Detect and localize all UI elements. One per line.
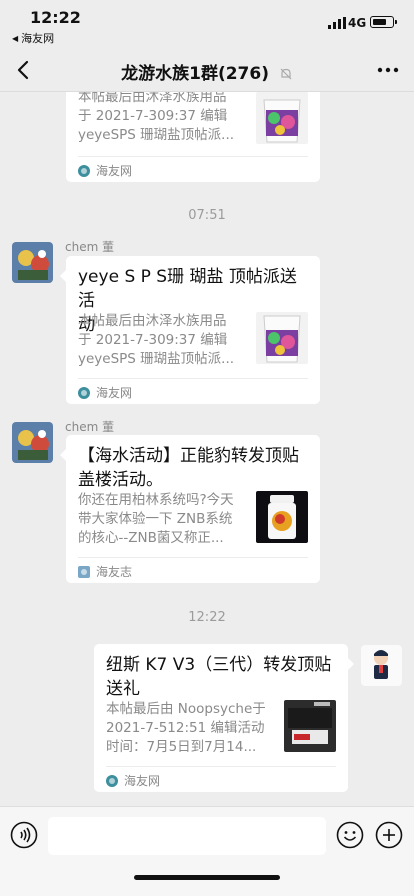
card-title: 纽斯 K7 V3（三代）转发顶贴 送礼 (106, 655, 332, 699)
source-logo-icon (106, 774, 118, 787)
network-type: 4G (348, 16, 367, 30)
more-dots-icon[interactable] (376, 58, 400, 82)
source-logo-icon (78, 386, 90, 399)
device-thumbnail (284, 700, 336, 752)
card-title: 【海水活动】正能豹转发顶贴 盖楼活动。 (78, 446, 299, 490)
sender-name: chem 董 (65, 240, 115, 254)
signal-icon (328, 17, 346, 29)
chat-nav-bar: 龙游水族1群(276) (0, 48, 414, 92)
card-description: 本帖最后由沐泽水族用品 于 2021-7-309:37 编辑 yeyeSPS 珊… (78, 313, 235, 367)
back-triangle-icon: ◀ (12, 33, 19, 43)
battery-icon (370, 16, 397, 28)
link-card-message[interactable]: 本帖最后由沐泽水族用品 于 2021-7-309:37 编辑 yeyeSPS 珊… (66, 92, 320, 182)
chat-title-text: 龙游水族1群(276) (121, 64, 269, 84)
mute-bell-icon (280, 68, 292, 80)
card-source: 海友网 (106, 772, 160, 789)
link-card-message[interactable]: yeye S P S珊 瑚盐 顶帖派送活 动 本帖最后由沐泽水族用品 于 202… (60, 256, 320, 404)
time-separator: 07:51 (188, 208, 226, 223)
source-logo-icon (78, 164, 90, 177)
salt-bucket-thumbnail (256, 312, 308, 364)
avatar[interactable] (361, 645, 402, 686)
back-app-label: 海友网 (21, 32, 55, 45)
card-source: 海友网 (78, 162, 132, 179)
link-card-message[interactable]: 【海水活动】正能豹转发顶贴 盖楼活动。 你还在用柏林系统吗?今天 带大家体验一下… (60, 435, 320, 583)
status-time: 12:22 (30, 8, 81, 27)
salt-bucket-thumbnail (256, 92, 308, 144)
emoji-icon[interactable] (336, 821, 364, 849)
card-description: 你还在用柏林系统吗?今天 带大家体验一下 ZNB系统 的核心--ZNB菌又称正.… (78, 492, 234, 546)
source-logo-icon (78, 565, 90, 578)
status-bar: 12:22 ◀ 海友网 4G (0, 0, 414, 48)
card-description: 本帖最后由沐泽水族用品 于 2021-7-309:37 编辑 yeyeSPS 珊… (78, 92, 235, 143)
avatar[interactable] (12, 242, 53, 283)
home-indicator[interactable] (134, 875, 280, 880)
card-description: 本帖最后由 Noopsyche于 2021-7-512:51 编辑活动 时间：7… (106, 701, 266, 755)
message-text-input[interactable] (48, 817, 326, 855)
add-more-icon[interactable] (375, 821, 403, 849)
chat-message-list[interactable]: 本帖最后由沐泽水族用品 于 2021-7-309:37 编辑 yeyeSPS 珊… (0, 92, 414, 806)
avatar[interactable] (12, 422, 53, 463)
card-source: 海友志 (78, 563, 132, 580)
card-source: 海友网 (78, 384, 132, 401)
chat-title: 龙游水族1群(276) (0, 59, 414, 84)
back-to-app-link[interactable]: ◀ 海友网 (12, 30, 54, 46)
link-card-message[interactable]: 纽斯 K7 V3（三代）转发顶贴 送礼 本帖最后由 Noopsyche于 202… (94, 644, 354, 792)
time-separator: 12:22 (188, 610, 226, 625)
message-input-bar (0, 806, 414, 896)
voice-input-icon[interactable] (10, 821, 38, 849)
sender-name: chem 董 (65, 420, 115, 434)
product-jar-thumbnail (256, 491, 308, 543)
